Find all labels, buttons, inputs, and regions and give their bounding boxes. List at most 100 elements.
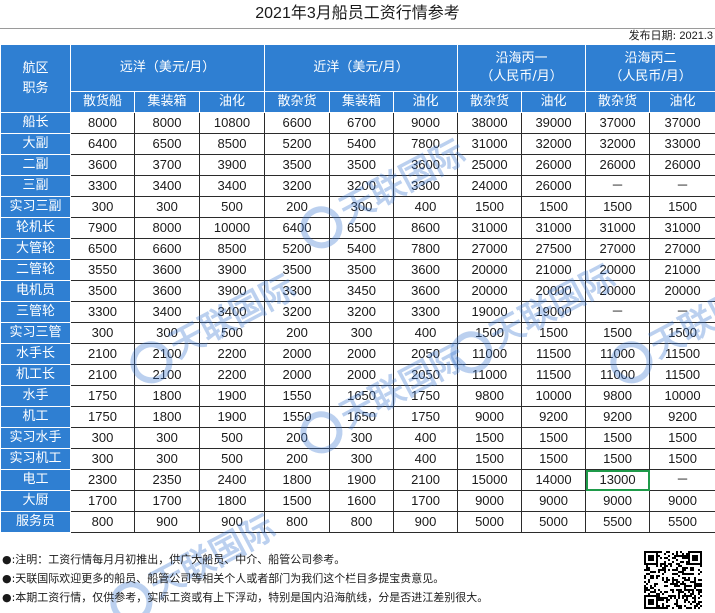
salary-cell[interactable]: 27000 (457, 238, 523, 260)
salary-cell[interactable]: 19000 (521, 301, 587, 323)
salary-cell[interactable]: 11000 (457, 364, 523, 386)
salary-cell[interactable]: 9800 (585, 385, 651, 407)
salary-cell[interactable]: 2100 (393, 469, 459, 491)
rank-cell[interactable]: 实习三管 (0, 322, 71, 344)
rank-cell[interactable]: 水手长 (0, 343, 71, 365)
salary-cell[interactable]: 3900 (198, 259, 266, 281)
salary-cell[interactable]: 3600 (393, 259, 459, 281)
salary-cell[interactable]: 9000 (393, 112, 459, 134)
salary-cell[interactable]: 5000 (457, 511, 523, 533)
salary-cell[interactable]: 2400 (198, 469, 266, 491)
salary-cell[interactable]: 1750 (70, 406, 135, 428)
salary-cell[interactable]: 1600 (329, 490, 395, 512)
salary-cell[interactable]: 3300 (70, 301, 135, 323)
salary-cell[interactable]: 400 (393, 322, 459, 344)
salary-cell[interactable]: 3200 (329, 301, 395, 323)
salary-cell[interactable]: 10000 (521, 385, 587, 407)
salary-cell[interactable]: 8000 (134, 112, 200, 134)
salary-cell[interactable]: 1550 (264, 406, 331, 428)
salary-cell[interactable]: 3600 (134, 280, 200, 302)
salary-cell[interactable]: 6700 (329, 112, 395, 134)
salary-cell[interactable]: 9000 (457, 490, 523, 512)
salary-cell[interactable]: 11500 (521, 343, 587, 365)
salary-cell[interactable]: 2100 (134, 364, 200, 386)
salary-cell[interactable]: 10800 (198, 112, 266, 134)
salary-cell[interactable]: 1500 (521, 427, 587, 449)
salary-cell[interactable]: 3600 (70, 154, 135, 176)
salary-cell[interactable]: － (649, 469, 715, 491)
salary-cell[interactable]: 9200 (585, 406, 651, 428)
salary-cell[interactable]: 37000 (649, 112, 715, 134)
salary-cell[interactable]: 1500 (585, 322, 651, 344)
salary-cell[interactable]: 32000 (585, 133, 651, 155)
salary-cell[interactable]: 400 (393, 427, 459, 449)
salary-cell[interactable]: 33000 (649, 133, 715, 155)
salary-cell[interactable]: 32000 (521, 133, 587, 155)
salary-cell[interactable]: 20000 (585, 280, 651, 302)
salary-cell[interactable]: 25000 (457, 154, 523, 176)
salary-cell[interactable]: 3600 (393, 154, 459, 176)
salary-cell[interactable]: 1500 (457, 427, 523, 449)
salary-cell[interactable]: 1500 (457, 448, 523, 470)
salary-cell[interactable]: 20000 (585, 259, 651, 281)
salary-cell[interactable]: 3400 (198, 301, 266, 323)
salary-cell[interactable]: 6500 (70, 238, 135, 260)
salary-cell[interactable]: 19000 (457, 301, 523, 323)
salary-cell[interactable]: 31000 (457, 217, 523, 239)
salary-cell[interactable]: 8000 (134, 217, 200, 239)
salary-cell[interactable]: 3500 (264, 259, 331, 281)
salary-cell[interactable]: 11500 (649, 364, 715, 386)
salary-cell[interactable]: 300 (134, 448, 200, 470)
salary-cell[interactable]: 1500 (521, 448, 587, 470)
rank-cell[interactable]: 实习三副 (0, 196, 71, 218)
salary-cell[interactable]: 3500 (329, 154, 395, 176)
salary-cell[interactable]: 1700 (134, 490, 200, 512)
salary-cell[interactable]: 2300 (70, 469, 135, 491)
salary-cell[interactable]: 31000 (457, 133, 523, 155)
salary-cell[interactable]: 11000 (585, 343, 651, 365)
salary-cell[interactable]: 1750 (393, 385, 459, 407)
salary-cell[interactable]: 26000 (585, 154, 651, 176)
salary-cell[interactable]: 20000 (521, 280, 587, 302)
salary-cell[interactable]: 1500 (585, 448, 651, 470)
salary-cell[interactable]: 5400 (329, 238, 395, 260)
salary-cell[interactable]: 6500 (329, 217, 395, 239)
salary-cell[interactable]: 1700 (70, 490, 135, 512)
salary-cell[interactable]: 3900 (198, 154, 266, 176)
salary-cell[interactable]: 200 (264, 196, 331, 218)
salary-cell[interactable]: 3500 (264, 154, 331, 176)
salary-cell[interactable]: 5000 (521, 511, 587, 533)
salary-cell[interactable]: 2200 (198, 364, 266, 386)
salary-cell[interactable]: 400 (393, 196, 459, 218)
rank-cell[interactable]: 服务员 (0, 511, 71, 533)
salary-cell[interactable]: 8500 (198, 133, 266, 155)
rank-cell[interactable]: 电机员 (0, 280, 71, 302)
salary-cell[interactable]: 14000 (521, 469, 587, 491)
salary-cell[interactable]: 1750 (393, 406, 459, 428)
salary-cell[interactable]: 1500 (649, 322, 715, 344)
salary-cell[interactable]: 9000 (649, 490, 715, 512)
rank-cell[interactable]: 大管轮 (0, 238, 71, 260)
rank-cell[interactable]: 大副 (0, 133, 71, 155)
salary-cell[interactable]: 2000 (264, 343, 331, 365)
salary-cell[interactable]: 20000 (457, 259, 523, 281)
salary-cell[interactable]: 2100 (70, 343, 135, 365)
salary-cell[interactable]: 200 (264, 448, 331, 470)
salary-cell[interactable]: 2100 (134, 343, 200, 365)
salary-cell[interactable]: － (649, 301, 715, 323)
salary-cell[interactable]: 2100 (70, 364, 135, 386)
salary-cell[interactable]: 2200 (198, 343, 266, 365)
salary-cell[interactable]: 1500 (457, 322, 523, 344)
rank-cell[interactable]: 实习机工 (0, 448, 71, 470)
salary-cell[interactable]: 15000 (457, 469, 523, 491)
salary-cell[interactable]: 10000 (198, 217, 266, 239)
salary-cell[interactable]: 3200 (264, 175, 331, 197)
salary-cell[interactable]: 3200 (329, 175, 395, 197)
salary-cell[interactable]: 2350 (134, 469, 200, 491)
rank-cell[interactable]: 三管轮 (0, 301, 71, 323)
salary-cell[interactable]: 300 (70, 322, 135, 344)
salary-cell[interactable]: 300 (70, 427, 135, 449)
salary-cell[interactable]: － (585, 301, 651, 323)
salary-cell[interactable]: 6500 (134, 133, 200, 155)
salary-cell[interactable]: 8600 (393, 217, 459, 239)
